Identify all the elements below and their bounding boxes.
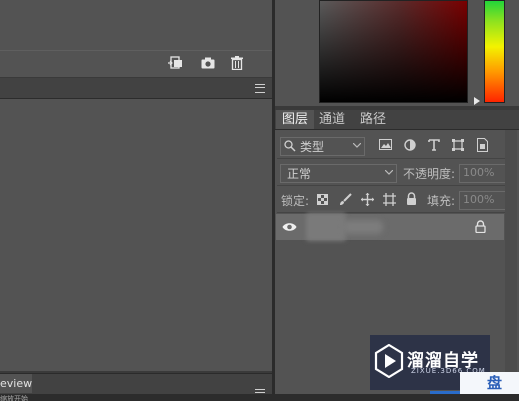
layer-name[interactable] <box>343 220 383 234</box>
color-saturation-field[interactable] <box>319 0 468 103</box>
status-strip <box>0 394 519 401</box>
preview-panel-bar <box>0 373 272 394</box>
trash-icon[interactable] <box>231 56 243 70</box>
shape-filter-icon[interactable] <box>452 139 464 151</box>
search-icon <box>284 140 296 152</box>
layers-scrollbar[interactable] <box>505 130 517 394</box>
hue-slider-marker-icon[interactable] <box>474 97 480 105</box>
eye-icon[interactable] <box>282 222 297 232</box>
layer-filter-label: 类型 <box>300 140 325 154</box>
adjustment-filter-icon[interactable] <box>404 139 416 151</box>
chevron-down-icon <box>385 170 393 175</box>
left-top-panel <box>0 0 273 50</box>
type-filter-icon[interactable] <box>428 139 440 151</box>
layer-thumbnail[interactable] <box>306 213 346 241</box>
blend-separator <box>277 185 517 186</box>
lock-image-pixels-icon[interactable] <box>339 193 352 206</box>
layer-lock-icon <box>475 220 486 233</box>
left-panel-menu-icon[interactable] <box>255 84 265 93</box>
opacity-label: 不透明度: <box>403 167 456 181</box>
opacity-value: 100% <box>463 166 495 179</box>
camera-icon[interactable] <box>201 57 215 69</box>
watermark-play-logo-icon <box>374 344 404 378</box>
blend-mode-value: 正常 <box>287 167 312 181</box>
image-filter-icon[interactable] <box>379 139 392 151</box>
tab-channels[interactable]: 通道 <box>313 110 351 129</box>
lock-label: 锁定: <box>281 194 310 208</box>
lock-position-icon[interactable] <box>361 193 374 206</box>
layers-tabbar: 图层 通道 路径 <box>275 110 519 130</box>
lock-transparent-pixels-icon[interactable] <box>317 194 328 205</box>
filter-separator <box>277 158 517 159</box>
watermark-extra-line <box>430 391 460 394</box>
smart-object-filter-icon[interactable] <box>477 138 488 152</box>
tab-layers[interactable]: 图层 <box>276 110 315 129</box>
fill-value: 100% <box>463 193 495 206</box>
left-panel-body <box>0 99 273 371</box>
left-panel-header <box>0 78 272 99</box>
watermark-extra-char: 盘 <box>487 374 503 392</box>
hue-slider[interactable] <box>484 0 505 103</box>
chevron-down-icon <box>353 143 361 148</box>
fill-label: 填充: <box>427 194 456 208</box>
status-hint: 缩放开始 <box>0 395 28 401</box>
preview-tab[interactable]: eview <box>0 374 32 393</box>
lock-artboard-icon[interactable] <box>383 193 396 206</box>
tab-paths[interactable]: 路径 <box>354 110 392 129</box>
lock-all-icon[interactable] <box>406 192 417 205</box>
new-document-from-state-icon[interactable] <box>168 56 183 70</box>
